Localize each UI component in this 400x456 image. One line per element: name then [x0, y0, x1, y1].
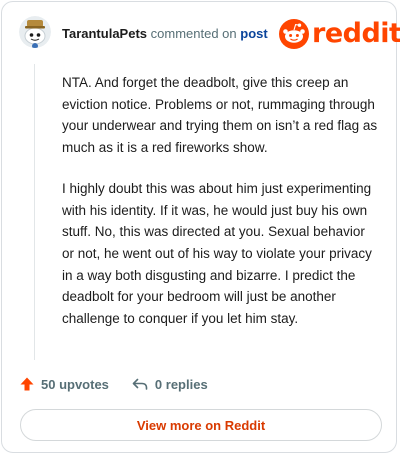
reddit-logo-icon [279, 19, 309, 49]
comment-byline: TarantulaPets commented on post [62, 26, 268, 42]
comment-paragraph: I highly doubt this was about him just e… [62, 180, 372, 327]
upvote-button[interactable]: 50 upvotes [19, 376, 109, 392]
upvote-arrow-icon [20, 377, 34, 391]
user-avatar-icon[interactable] [19, 16, 51, 48]
comment-paragraph: NTA. And forget the deadbolt, give this … [62, 75, 378, 156]
reply-button[interactable]: 0 replies [131, 376, 208, 392]
comment-body: NTA. And forget the deadbolt, give this … [62, 72, 380, 349]
view-more-button[interactable]: View more on Reddit [20, 409, 382, 441]
reply-arrow-icon [132, 378, 148, 390]
author-link[interactable]: TarantulaPets [62, 26, 147, 41]
reddit-wordmark: reddit [312, 18, 400, 49]
comment-header: TarantulaPets commented on post reddit [2, 2, 400, 64]
byline-action-text: commented on [150, 26, 237, 41]
upvotes-count: 50 upvotes [41, 376, 109, 392]
thread-line [34, 64, 35, 360]
comment-embed-card: TarantulaPets commented on post reddit N… [1, 1, 400, 453]
comment-actions: 50 upvotes 0 replies [19, 374, 208, 394]
reddit-logo[interactable]: reddit [279, 18, 400, 50]
post-link[interactable]: post [240, 26, 267, 41]
replies-count: 0 replies [154, 376, 208, 392]
